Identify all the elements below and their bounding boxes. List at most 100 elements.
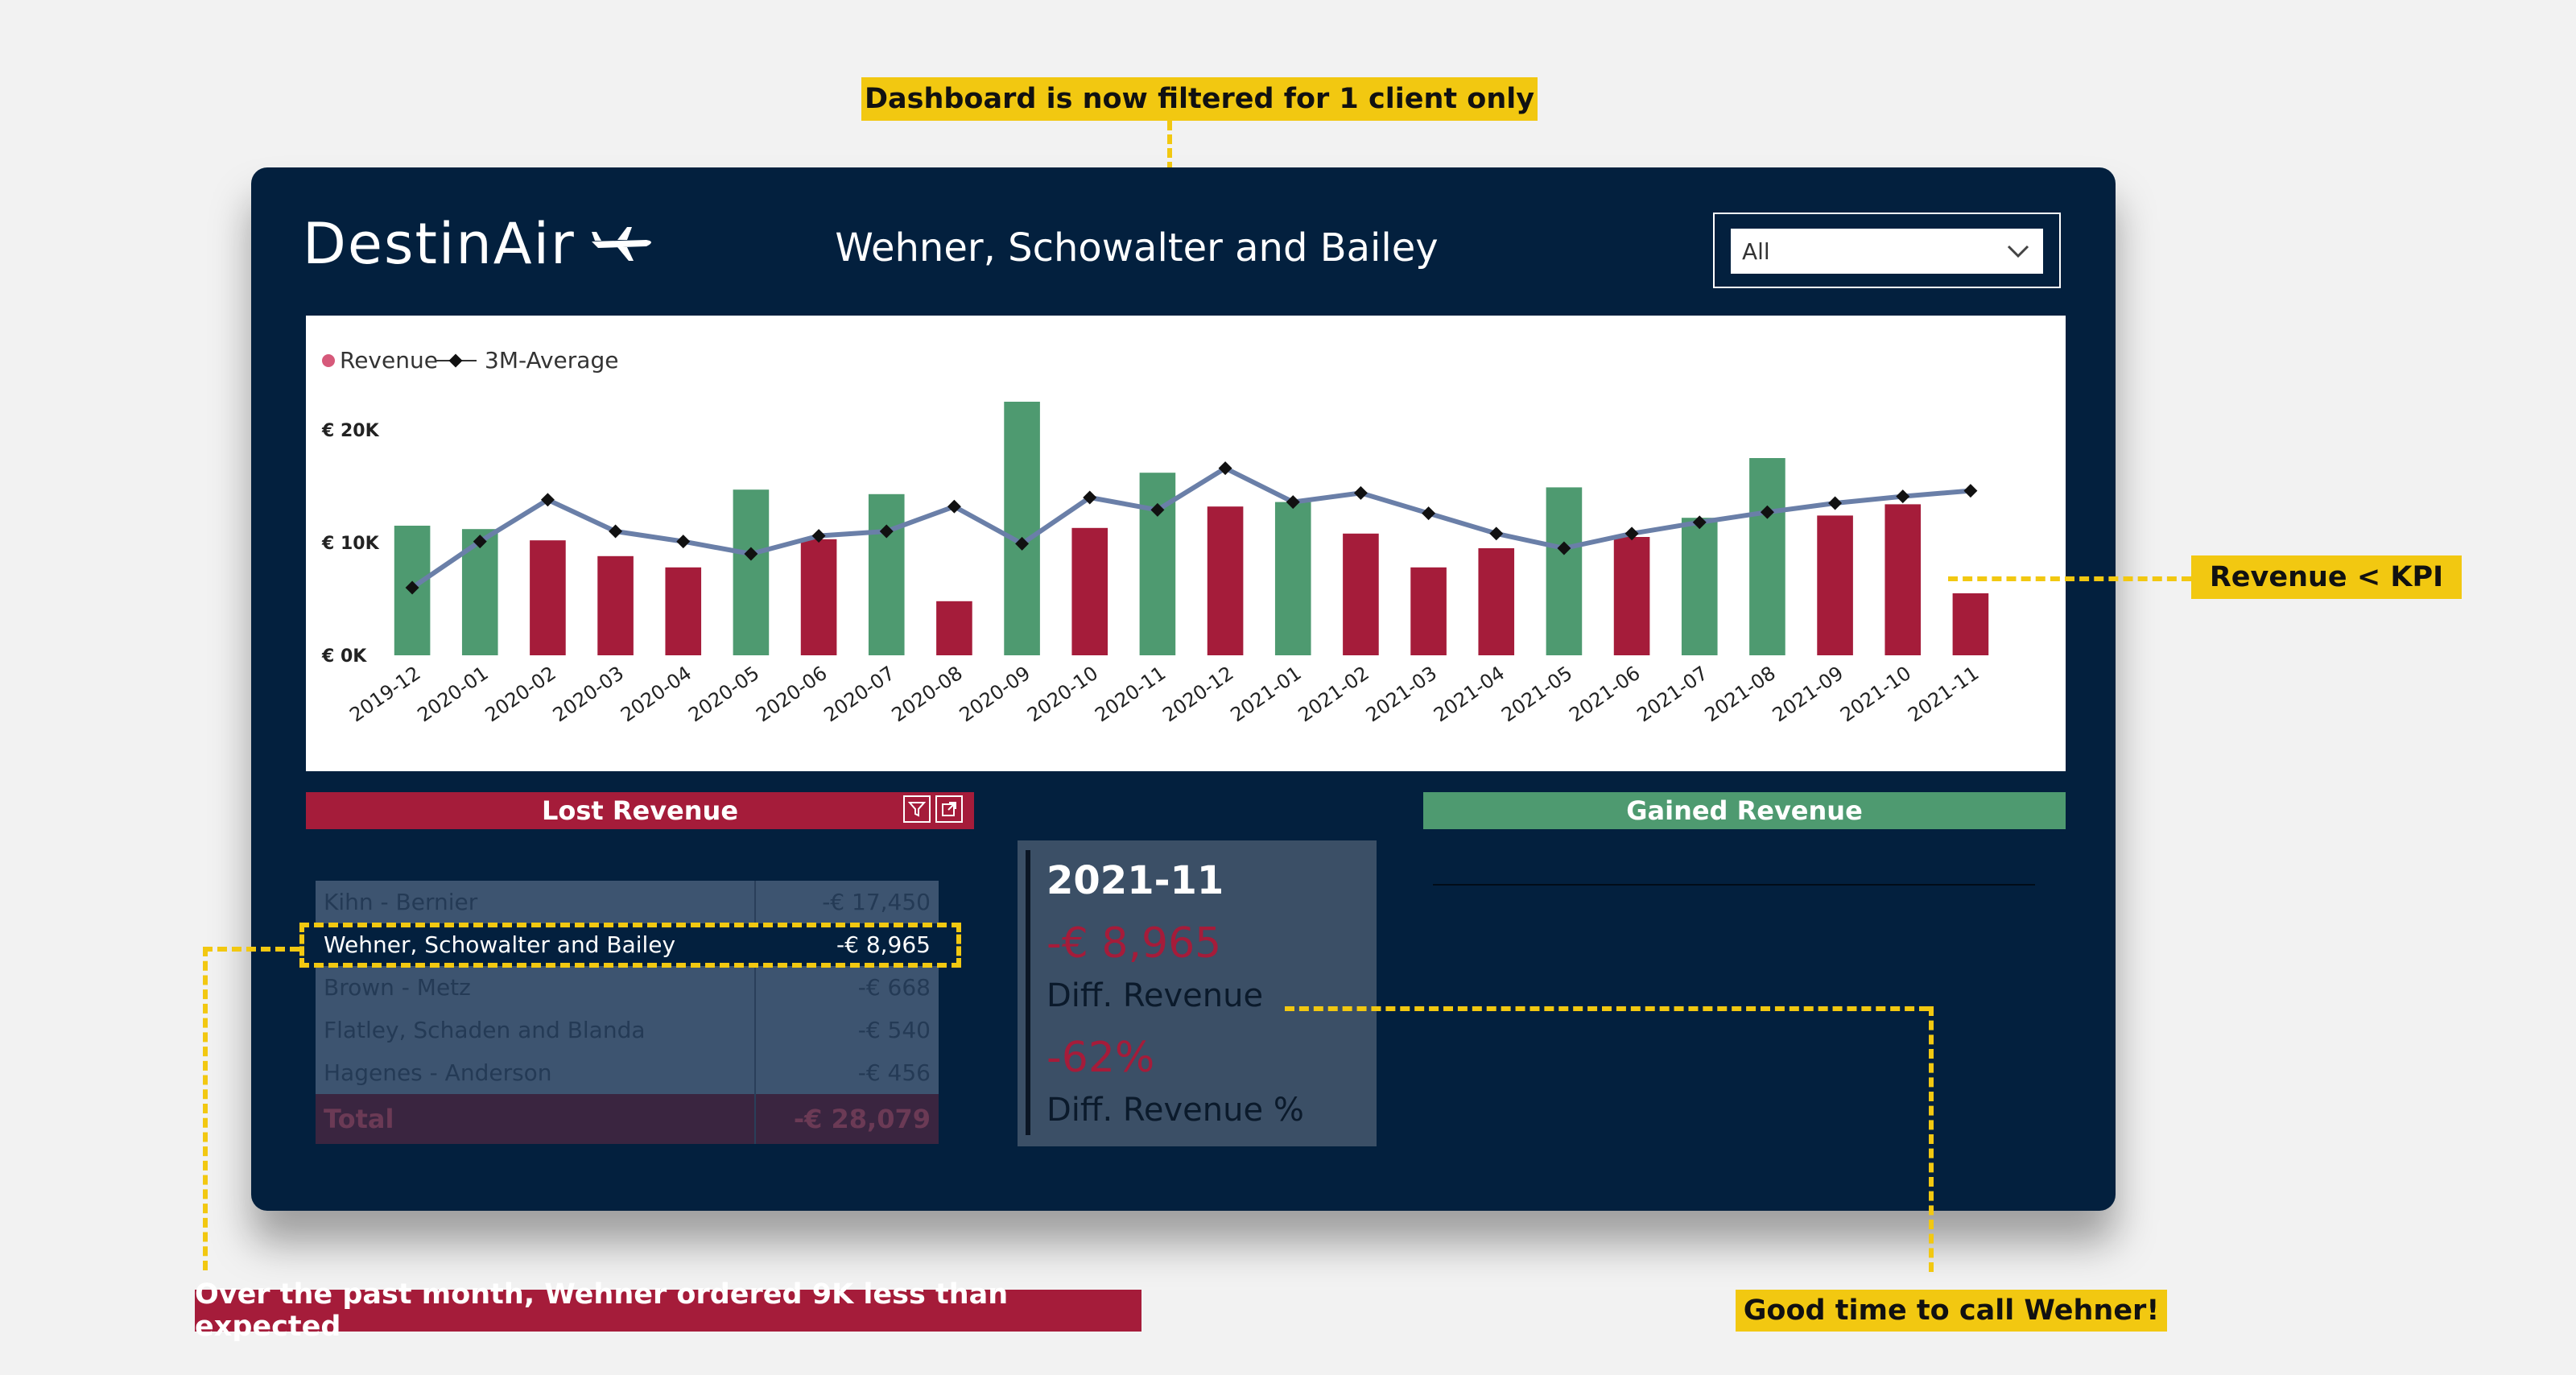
total-value: -€ 28,079	[753, 1094, 939, 1144]
lost-revenue-title: Lost Revenue	[541, 795, 739, 826]
x-tick-label: 2020-03	[549, 662, 628, 726]
average-point	[1353, 485, 1368, 500]
x-tick-label: 2021-03	[1362, 662, 1441, 726]
bar	[1885, 504, 1922, 655]
kpi-diff-revenue-label: Diff. Revenue	[1046, 977, 1264, 1014]
x-tick-label: 2020-09	[956, 662, 1034, 726]
x-tick-label: 2021-06	[1565, 662, 1644, 726]
bar	[1207, 506, 1244, 655]
client-filter-dropdown[interactable]: All	[1731, 229, 2043, 274]
table-row[interactable]: Flatley, Schaden and Blanda -€ 540	[316, 1009, 939, 1051]
bar	[1478, 548, 1515, 655]
total-label: Total	[316, 1094, 755, 1144]
bar	[597, 555, 634, 655]
airplane-icon	[591, 227, 651, 261]
bar	[1613, 537, 1650, 655]
gained-revenue-title: Gained Revenue	[1626, 795, 1863, 826]
bar	[868, 493, 905, 655]
bar	[1410, 567, 1447, 655]
bar	[1749, 458, 1785, 655]
row-value: -€ 540	[753, 1009, 939, 1051]
average-point	[1828, 496, 1843, 510]
logo-text: DestinAir	[303, 211, 576, 277]
callout-filtered: Dashboard is now filtered for 1 client o…	[861, 77, 1538, 121]
callout-wehner-order-text: Over the past month, Wehner ordered 9K l…	[195, 1278, 1009, 1343]
y-tick-label: € 20K	[321, 421, 380, 441]
kpi-diff-pct-label: Diff. Revenue %	[1046, 1092, 1304, 1129]
client-filter-value: All	[1742, 237, 1770, 265]
x-tick-label: 2021-04	[1430, 662, 1509, 726]
bar	[1817, 515, 1853, 655]
x-tick-label: 2021-07	[1633, 662, 1711, 726]
focus-mode-icon[interactable]	[935, 795, 963, 823]
kpi-diff-pct: -62%	[1046, 1034, 1155, 1082]
callout-call-wehner-text: Good time to call Wehner!	[1743, 1294, 2160, 1327]
x-tick-label: 2019-12	[345, 662, 424, 726]
table-row[interactable]: Hagenes - Anderson -€ 456	[316, 1051, 939, 1094]
y-tick-label: € 10K	[321, 534, 380, 554]
bar	[1071, 527, 1108, 655]
average-point	[1422, 506, 1436, 521]
x-tick-label: 2021-05	[1497, 662, 1576, 726]
row-value: -€ 668	[753, 966, 939, 1009]
average-point	[1963, 484, 1978, 498]
row-name: Flatley, Schaden and Blanda	[316, 1009, 755, 1051]
bar	[665, 567, 702, 655]
legend-revenue-marker	[322, 354, 335, 367]
logo: DestinAir	[303, 208, 658, 280]
x-tick-label: 2020-01	[413, 662, 492, 726]
x-tick-label: 2020-12	[1158, 662, 1237, 726]
table-total-row: Total -€ 28,079	[316, 1094, 939, 1144]
x-tick-label: 2020-08	[888, 662, 967, 726]
x-tick-label: 2020-07	[819, 662, 898, 726]
x-tick-label: 2021-02	[1294, 662, 1373, 726]
legend-average-label: 3M-Average	[485, 347, 618, 374]
x-tick-label: 2020-05	[684, 662, 763, 726]
callout-call-wehner: Good time to call Wehner!	[1736, 1290, 2167, 1332]
filter-icon[interactable]	[903, 795, 931, 823]
bar	[800, 539, 837, 655]
callout-kpi: Revenue < KPI	[2191, 555, 2462, 599]
kpi-diff-revenue: -€ 8,965	[1046, 919, 1222, 968]
bar	[530, 540, 566, 655]
kpi-period: 2021-11	[1046, 858, 1224, 903]
row-name: Brown - Metz	[316, 966, 755, 1009]
row-value: -€ 456	[753, 1051, 939, 1094]
x-tick-label: 2020-11	[1091, 662, 1170, 726]
x-tick-label: 2020-04	[617, 662, 696, 726]
revenue-chart: Revenue 3M-Average € 0K € 10K € 20K 2019-12 20…	[306, 316, 2066, 771]
x-tick-label: 2021-01	[1226, 662, 1305, 726]
callout-kpi-connector	[1948, 576, 2191, 581]
x-tick-label: 2021-08	[1701, 662, 1780, 726]
callout-kpi-text: Revenue < KPI	[2209, 561, 2444, 593]
bar	[1343, 533, 1379, 655]
average-line	[411, 465, 1971, 590]
lost-revenue-header: Lost Revenue	[306, 792, 974, 829]
bar	[1546, 487, 1583, 655]
callout-order-connector-h	[203, 947, 299, 952]
gained-revenue-header: Gained Revenue	[1423, 792, 2066, 829]
table-row[interactable]: Kihn - Bernier -€ 17,450	[316, 881, 939, 923]
row-name: Hagenes - Anderson	[316, 1051, 755, 1094]
chevron-down-icon	[2007, 245, 2029, 258]
callout-filtered-text: Dashboard is now filtered for 1 client o…	[864, 83, 1535, 115]
average-point	[1489, 526, 1504, 541]
y-tick-label: € 0K	[321, 646, 367, 667]
bar	[1004, 402, 1040, 655]
kpi-card: 2021-11 -€ 8,965 Diff. Revenue -62% Diff…	[1018, 840, 1377, 1146]
x-tick-label: 2021-11	[1904, 662, 1983, 726]
row-value: -€ 17,450	[753, 881, 939, 923]
lost-revenue-table: Kihn - Bernier -€ 17,450 Wehner, Schowal…	[316, 881, 939, 1144]
table-row[interactable]: Brown - Metz -€ 668	[316, 966, 939, 1009]
legend-revenue-label: Revenue	[340, 347, 438, 374]
x-tick-label: 2020-06	[752, 662, 831, 726]
row-name: Kihn - Bernier	[316, 881, 755, 923]
bar	[1681, 518, 1718, 655]
callout-call-connector-h	[1285, 1006, 1929, 1011]
bar	[1952, 593, 1989, 655]
legend-average-marker	[448, 353, 463, 368]
callout-wehner-order: Over the past month, Wehner ordered 9K l…	[195, 1278, 1141, 1343]
x-tick-label: 2021-09	[1769, 662, 1847, 726]
kpi-accent-bar	[1026, 850, 1030, 1135]
callout-call-connector-v	[1929, 1006, 1934, 1272]
